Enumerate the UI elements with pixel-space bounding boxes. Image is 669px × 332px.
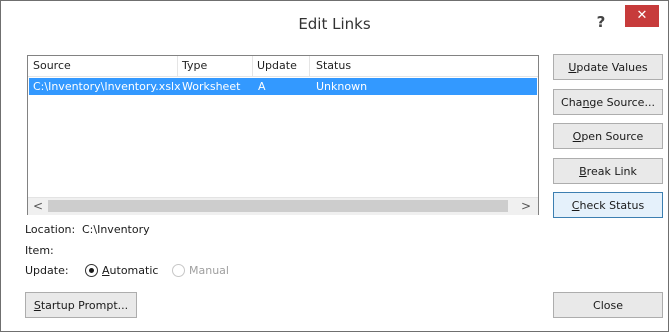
cell-type: Worksheet — [182, 80, 241, 93]
column-divider[interactable] — [252, 56, 253, 76]
cell-update: A — [258, 80, 266, 93]
location-value: C:\Inventory — [82, 223, 150, 236]
horizontal-scrollbar[interactable]: < > — [28, 197, 538, 215]
update-label: Update: — [25, 264, 69, 277]
close-button[interactable]: Close — [553, 292, 663, 318]
update-values-button[interactable]: Update Values — [553, 54, 663, 80]
column-header-type[interactable]: Type — [182, 59, 207, 73]
automatic-radio[interactable] — [85, 264, 98, 277]
item-label: Item: — [25, 244, 54, 257]
edit-links-dialog: Edit Links ? ✕ Source Type Update Status… — [0, 0, 669, 332]
column-header-update[interactable]: Update — [257, 59, 297, 73]
list-header: Source Type Update Status — [28, 56, 538, 77]
dialog-title: Edit Links — [298, 15, 371, 33]
change-source-button[interactable]: Change Source... — [553, 89, 663, 115]
scroll-right-icon[interactable]: > — [518, 198, 534, 215]
scroll-thumb[interactable] — [48, 200, 508, 212]
scroll-left-icon[interactable]: < — [30, 198, 46, 215]
manual-label: Manual — [189, 264, 229, 277]
links-list[interactable]: Source Type Update Status C:\Inventory\I… — [27, 55, 539, 215]
startup-prompt-button[interactable]: Startup Prompt... — [25, 292, 137, 318]
column-divider[interactable] — [309, 56, 310, 76]
automatic-label[interactable]: Automatic — [102, 264, 158, 277]
column-header-status[interactable]: Status — [316, 59, 351, 73]
title-bar: Edit Links ? ✕ — [1, 1, 668, 48]
cell-source: C:\Inventory\Inventory.xslx — [33, 80, 181, 93]
cell-status: Unknown — [316, 80, 368, 93]
column-header-source[interactable]: Source — [33, 59, 71, 73]
close-window-button[interactable]: ✕ — [625, 5, 659, 27]
check-status-button[interactable]: Check Status — [553, 192, 663, 218]
help-button[interactable]: ? — [586, 11, 616, 33]
manual-radio[interactable] — [172, 264, 185, 277]
location-label: Location: — [25, 223, 76, 236]
table-row[interactable]: C:\Inventory\Inventory.xslx Worksheet A … — [29, 78, 537, 95]
break-link-button[interactable]: Break Link — [553, 158, 663, 184]
open-source-button[interactable]: Open Source — [553, 123, 663, 149]
column-divider[interactable] — [177, 56, 178, 76]
